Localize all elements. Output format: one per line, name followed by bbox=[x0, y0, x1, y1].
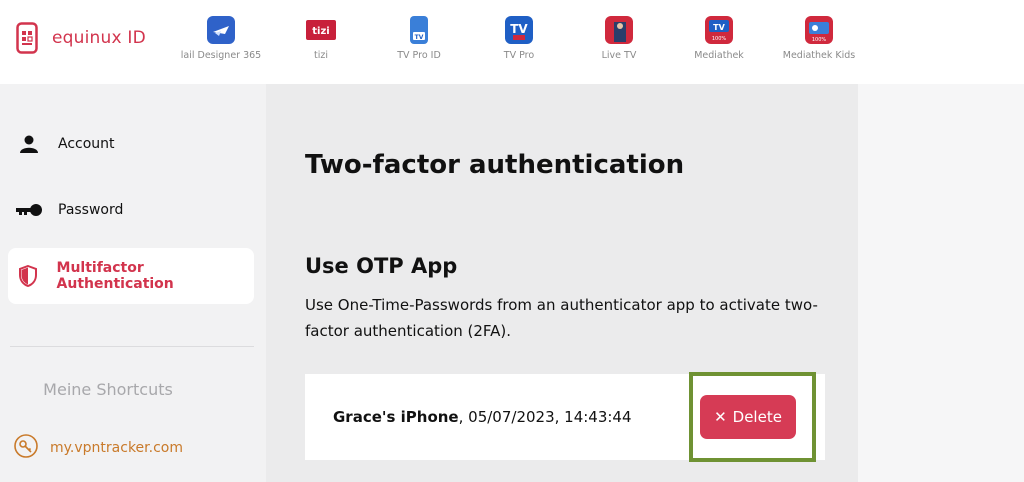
app-label: TV Pro bbox=[503, 50, 535, 61]
sidebar-item-label: Account bbox=[58, 136, 115, 152]
app-label: TV Pro ID bbox=[397, 50, 441, 61]
sidebar-item-label: Password bbox=[58, 202, 124, 218]
app-label: lail Designer 365 bbox=[180, 50, 262, 61]
app-tv-pro-id[interactable]: TV TV Pro ID bbox=[364, 16, 474, 61]
svg-text:TV: TV bbox=[415, 34, 424, 41]
mail-designer-icon bbox=[207, 16, 235, 44]
app-label: Live TV bbox=[601, 50, 637, 61]
app-tizi[interactable]: tizi tizi bbox=[266, 16, 376, 61]
device-date: , 05/07/2023, 14:43:44 bbox=[458, 408, 632, 426]
shortcuts-heading: Meine Shortcuts bbox=[43, 380, 173, 399]
app-label: Mediathek Kids bbox=[782, 50, 856, 61]
key-icon bbox=[16, 199, 42, 221]
section-description: Use One-Time-Passwords from an authentic… bbox=[305, 296, 818, 340]
device-name: Grace's iPhone bbox=[333, 408, 459, 426]
brand[interactable]: equinux ID bbox=[16, 22, 146, 54]
brand-name: equinux ID bbox=[52, 28, 146, 48]
app-label: tizi bbox=[314, 50, 328, 61]
sidebar-item-multifactor-authentication[interactable]: Multifactor Authentication bbox=[8, 248, 254, 304]
svg-text:100%: 100% bbox=[812, 37, 827, 43]
close-icon: ✕ bbox=[714, 408, 727, 426]
delete-label: Delete bbox=[732, 408, 782, 426]
svg-text:TV: TV bbox=[510, 22, 528, 36]
sidebar-item-label: Multifactor Authentication bbox=[56, 260, 174, 292]
app-mediathek-kids[interactable]: 100% Mediathek Kids bbox=[764, 16, 874, 61]
top-bar: equinux ID lail Designer 365 tizi tizi T… bbox=[0, 0, 1024, 84]
svg-text:tizi: tizi bbox=[312, 26, 329, 37]
delete-button[interactable]: ✕ Delete bbox=[700, 395, 796, 439]
sidebar: Account Password Multifactor Authenticat… bbox=[0, 84, 266, 482]
vpn-key-icon bbox=[14, 434, 38, 462]
svg-text:100%: 100% bbox=[712, 36, 727, 42]
sidebar-item-password[interactable]: Password bbox=[8, 182, 254, 238]
app-mail-designer[interactable]: lail Designer 365 bbox=[166, 16, 276, 61]
right-margin bbox=[858, 84, 1024, 482]
divider bbox=[10, 346, 254, 347]
mediathek-kids-icon: 100% bbox=[805, 16, 833, 44]
tv-pro-id-icon: TV bbox=[410, 16, 428, 44]
app-tv-pro[interactable]: TV TV Pro bbox=[464, 16, 574, 61]
mediathek-icon: TV 100% bbox=[705, 16, 733, 44]
app-label: Mediathek bbox=[694, 50, 744, 61]
device-info: Grace's iPhone, 05/07/2023, 14:43:44 bbox=[333, 408, 632, 426]
svg-text:TV: TV bbox=[713, 23, 725, 32]
app-live-tv[interactable]: Live TV bbox=[564, 16, 674, 61]
equinux-id-logo-icon bbox=[16, 22, 38, 54]
person-icon bbox=[16, 133, 42, 155]
section-title: Use OTP App bbox=[305, 254, 458, 278]
page-title: Two-factor authentication bbox=[305, 150, 685, 180]
sidebar-item-account[interactable]: Account bbox=[8, 116, 254, 172]
shortcut-label: my.vpntracker.com bbox=[50, 440, 183, 456]
live-tv-icon bbox=[605, 16, 633, 44]
shortcut-link[interactable]: my.vpntracker.com bbox=[14, 434, 183, 462]
tv-pro-icon: TV bbox=[505, 16, 533, 44]
shield-icon bbox=[16, 265, 41, 287]
tizi-icon: tizi bbox=[306, 20, 336, 40]
app-mediathek[interactable]: TV 100% Mediathek bbox=[664, 16, 774, 61]
